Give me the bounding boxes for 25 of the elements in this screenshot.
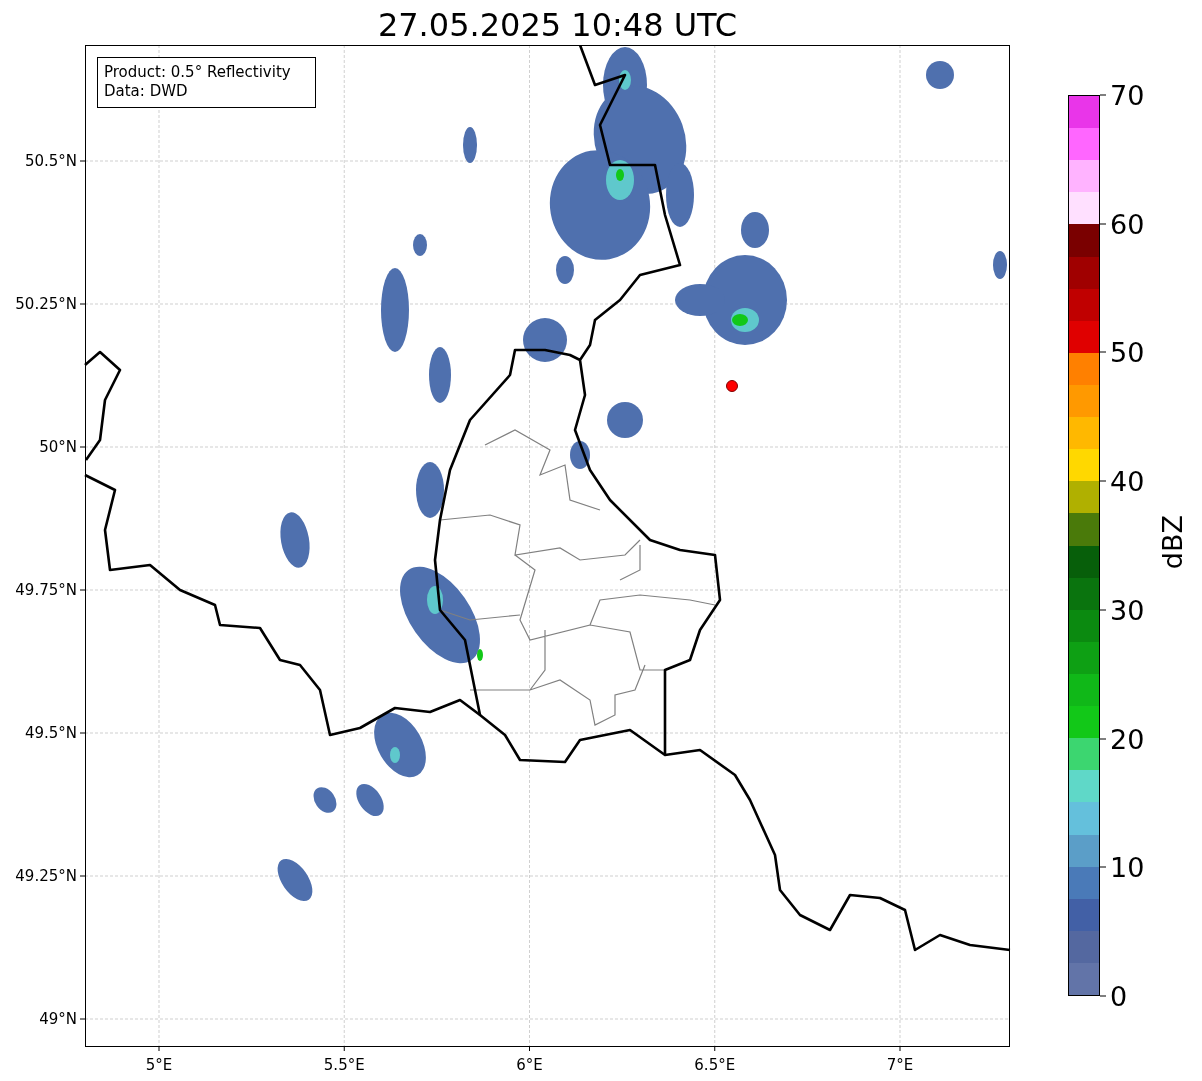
colorbar-tick-label: 50 — [1110, 338, 1145, 366]
latitude-label: 49°N — [39, 1010, 77, 1028]
longitude-label: 6°E — [516, 1056, 543, 1074]
colorbar-tick-label: 20 — [1110, 725, 1145, 753]
colorbar-tick-label: 70 — [1110, 81, 1145, 109]
longitude-label: 6.5°E — [694, 1056, 736, 1074]
longitude-label: 5.5°E — [323, 1056, 365, 1074]
legend-text: Data: DWD — [104, 82, 188, 100]
colorbar-label: dBZ — [1157, 515, 1188, 570]
latitude-label: 50.5°N — [24, 152, 77, 170]
chart-title: 27.05.2025 10:48 UTC — [377, 5, 738, 44]
location-dot — [726, 380, 738, 392]
colorbar-tick-label: 60 — [1110, 210, 1145, 238]
legend-text: Product: 0.5° Reflectivity — [104, 63, 291, 81]
latitude-label: 49.5°N — [24, 724, 77, 742]
latitude-label: 49.75°N — [15, 581, 77, 599]
latitude-label: 49.25°N — [15, 867, 77, 885]
longitude-label: 5°E — [145, 1056, 173, 1074]
latitude-label: 50°N — [39, 438, 77, 456]
colorbar-tick-label: 40 — [1110, 467, 1145, 495]
colorbar-tick-label: 0 — [1110, 982, 1128, 1010]
latitude-label: 50.25°N — [15, 295, 77, 313]
colorbar-tick-label: 30 — [1110, 596, 1145, 624]
longitude-label: 7°E — [886, 1056, 914, 1074]
colorbar-tick-label: 10 — [1110, 853, 1145, 881]
